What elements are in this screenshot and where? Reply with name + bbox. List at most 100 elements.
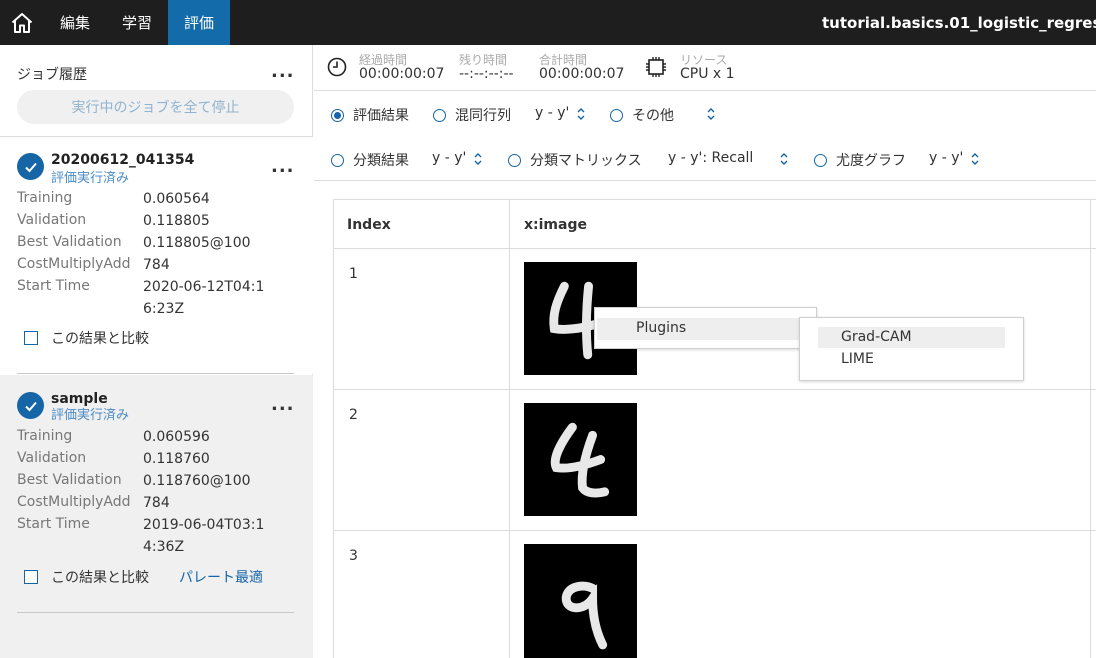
checkbox-box[interactable] (24, 570, 38, 584)
metric-label: Training (17, 428, 73, 444)
tab-label: 編集 (60, 14, 91, 32)
job-name: 20200612_041354 (51, 152, 195, 168)
classification-result-select[interactable]: y - y' (432, 150, 466, 166)
home-icon (11, 12, 33, 33)
digit-image (561, 581, 608, 650)
radio-label: 分類マトリックス (530, 153, 642, 169)
metric-value: 0.060596 (143, 429, 210, 445)
tab-training[interactable]: 学習 (106, 0, 168, 45)
radio-evaluation-result[interactable]: 評価結果 (331, 105, 409, 125)
metric-label: Best Validation (17, 234, 122, 250)
metric-label: Validation (17, 450, 87, 466)
metric-label: CostMultiplyAdd (17, 256, 131, 272)
job-more-button[interactable]: ... (271, 158, 295, 176)
column-header-image[interactable]: x:image (524, 217, 587, 233)
divider (17, 373, 294, 374)
menu-item-lime[interactable]: LIME (818, 349, 1005, 370)
checkbox-box[interactable] (24, 331, 38, 345)
menu-item-label: LIME (841, 351, 874, 367)
job-status: 評価実行済み (51, 171, 130, 186)
job-item[interactable]: 20200612_041354 評価実行済み ... Training 0.06… (0, 137, 313, 374)
plugins-submenu: Grad-CAM LIME (799, 317, 1024, 381)
radio-confusion-matrix[interactable]: 混同行列 (433, 105, 511, 125)
tab-label: 学習 (122, 14, 153, 32)
confusion-matrix-select[interactable]: y - y' (535, 105, 569, 121)
chevron-updown-icon[interactable] (779, 152, 789, 166)
tab-evaluation[interactable]: 評価 (168, 0, 231, 45)
chevron-updown-icon[interactable] (473, 152, 483, 166)
radio-classification-result[interactable]: 分類結果 (331, 150, 409, 170)
row-divider (334, 530, 1096, 531)
radio-classification-matrix[interactable]: 分類マトリックス (508, 150, 642, 170)
tab-edit[interactable]: 編集 (44, 0, 106, 45)
menu-item-plugins[interactable]: Plugins (597, 318, 806, 340)
clock-icon (327, 57, 347, 77)
radio-label: 評価結果 (353, 108, 409, 124)
evaluation-result-table: Index x:image 1 2 3 (333, 199, 1096, 658)
metric-label: Training (17, 190, 73, 206)
metric-value: 0.060564 (143, 191, 210, 207)
metric-value: 2020-06-12T04:16:23Z (143, 279, 265, 317)
chevron-updown-icon[interactable] (576, 107, 586, 121)
classification-matrix-select[interactable]: y - y': Recall (668, 150, 753, 166)
radio-label: その他 (632, 108, 674, 124)
radio-likelihood-graph[interactable]: 尤度グラフ (814, 150, 906, 170)
row-divider (334, 248, 1096, 249)
job-status: 評価実行済み (51, 408, 130, 423)
row-index: 1 (349, 266, 358, 282)
menu-item-label: Grad-CAM (841, 329, 912, 345)
metric-label: Best Validation (17, 472, 122, 488)
sidebar-title: ジョブ履歴 (17, 67, 87, 83)
menu-item-grad-cam[interactable]: Grad-CAM (818, 327, 1005, 348)
likelihood-graph-select[interactable]: y - y' (929, 150, 963, 166)
radio-button[interactable] (508, 153, 521, 167)
chevron-updown-icon[interactable] (970, 152, 980, 166)
total-value: 00:00:00:07 (539, 66, 625, 82)
column-header-index[interactable]: Index (347, 217, 391, 233)
radio-label: 尤度グラフ (836, 153, 906, 169)
metric-value: 0.118805 (143, 213, 210, 229)
radio-other[interactable]: その他 (610, 105, 674, 125)
chevron-updown-icon[interactable] (706, 107, 716, 121)
row-index: 3 (349, 548, 358, 564)
metric-label: Start Time (17, 278, 90, 294)
digit-image (550, 422, 610, 498)
top-bar: 編集 学習 評価 tutorial.basics.01_logistic_reg… (0, 0, 1096, 45)
home-button[interactable] (0, 0, 44, 45)
metric-value: 784 (143, 257, 170, 273)
stop-all-jobs-button[interactable]: 実行中のジョブを全て停止 (17, 90, 294, 124)
metric-value: 0.118760 (143, 451, 210, 467)
metric-value: 0.118805@100 (143, 235, 251, 251)
table-row-image[interactable] (524, 403, 637, 516)
compare-label: この結果と比較 (51, 570, 149, 586)
resource-value: CPU x 1 (680, 66, 735, 82)
radio-button[interactable] (610, 108, 623, 122)
result-view-options: 評価結果 混同行列 y - y' その他 分類結果 y - y' 分類マトリック… (314, 92, 1096, 181)
remaining-value: --:--:--:-- (459, 66, 514, 82)
radio-label: 分類結果 (353, 153, 409, 169)
job-item[interactable]: sample 評価実行済み ... Training 0.060596 Vali… (0, 375, 313, 658)
radio-button[interactable] (331, 108, 344, 122)
compare-checkbox[interactable]: この結果と比較 (24, 328, 149, 348)
job-stats-bar: 経過時間 00:00:00:07 残り時間 --:--:--:-- 合計時間 0… (314, 45, 1096, 91)
metric-value: 2019-06-04T03:14:36Z (143, 517, 265, 555)
sidebar-more-button[interactable]: ... (271, 63, 295, 81)
pareto-optimal-link[interactable]: パレート最適 (179, 567, 263, 587)
radio-button[interactable] (433, 108, 446, 122)
metric-value: 784 (143, 495, 170, 511)
check-icon (17, 392, 44, 419)
cpu-icon (646, 57, 666, 77)
menu-item-label: Plugins (636, 320, 687, 336)
metric-label: Validation (17, 212, 87, 228)
radio-button[interactable] (331, 153, 344, 167)
table-row-image[interactable] (524, 544, 637, 658)
row-divider (334, 389, 1096, 390)
metric-label: Start Time (17, 516, 90, 532)
check-icon (17, 153, 44, 180)
compare-checkbox[interactable]: この結果と比較 (24, 567, 149, 587)
radio-button[interactable] (814, 153, 827, 167)
project-title: tutorial.basics.01_logistic_regression (814, 0, 1096, 45)
compare-label: この結果と比較 (51, 331, 149, 347)
column-divider (509, 200, 510, 658)
job-more-button[interactable]: ... (271, 396, 295, 414)
